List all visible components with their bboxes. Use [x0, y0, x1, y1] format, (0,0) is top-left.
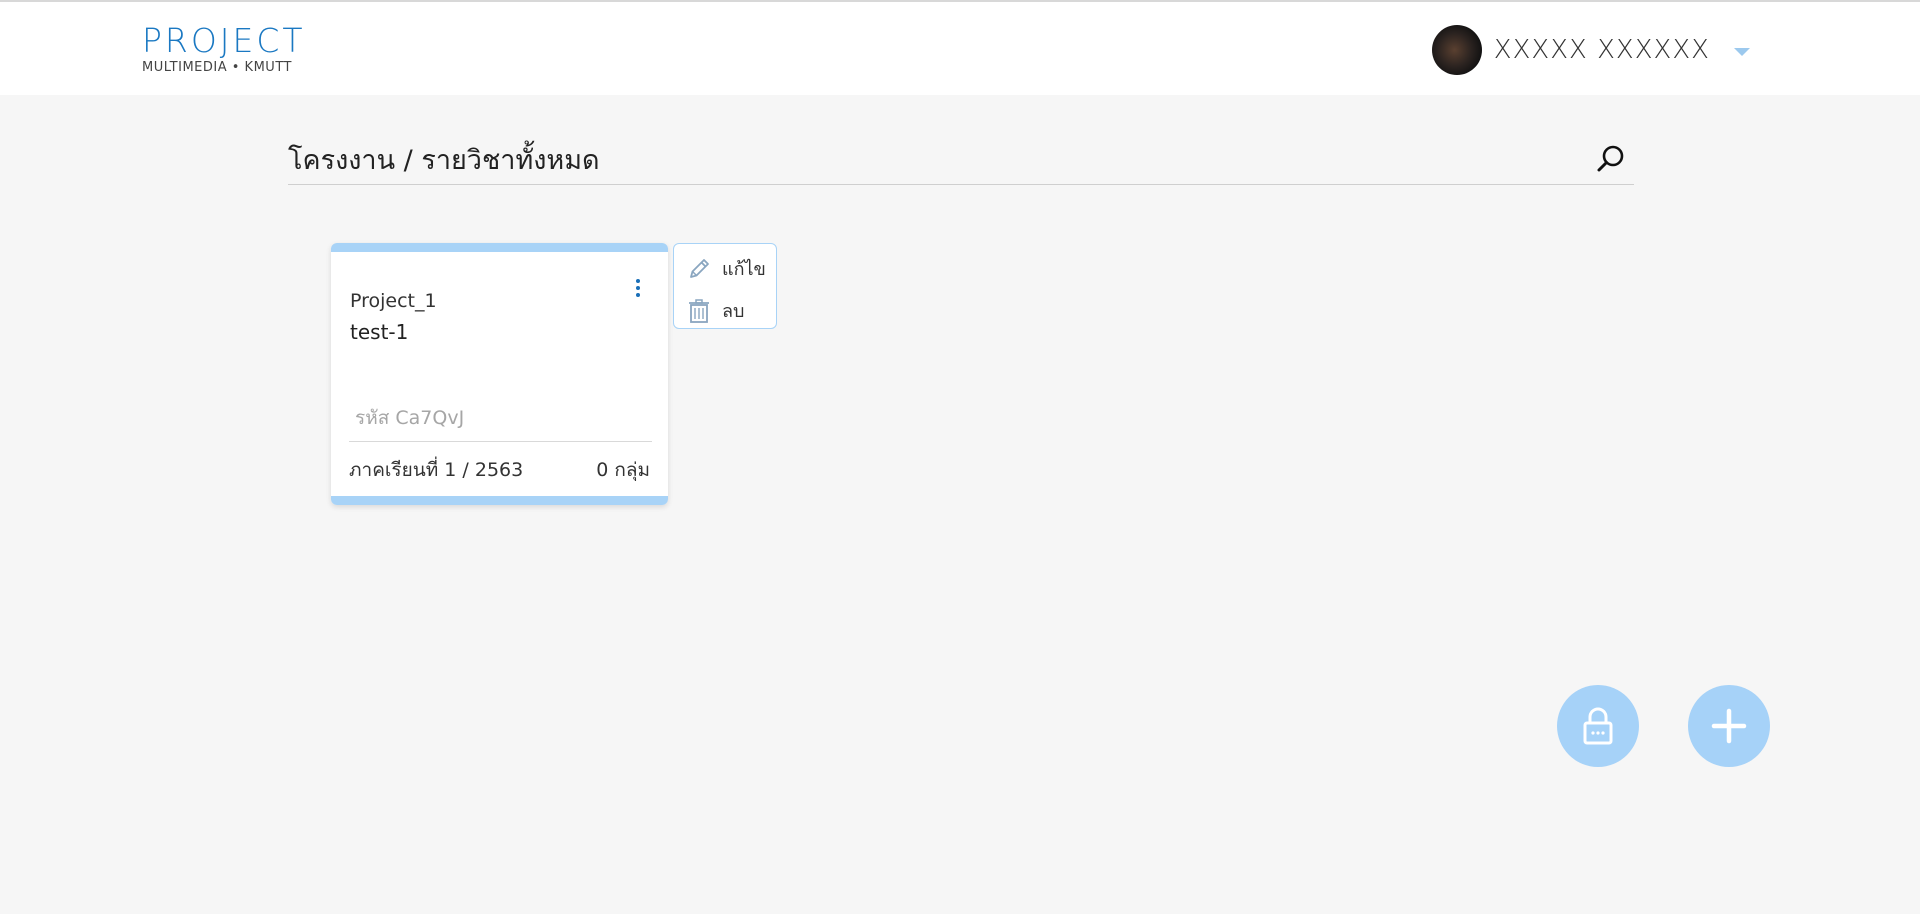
card-bottom-stripe: [331, 496, 668, 505]
search-icon[interactable]: [1596, 144, 1626, 174]
logo-title: PROJECT: [142, 21, 306, 60]
card-code: รหัส Ca7QvJ: [355, 407, 465, 429]
pencil-icon: [690, 258, 709, 278]
more-vertical-icon[interactable]: [632, 277, 644, 301]
page-title-bar: โครงงาน / รายวิชาทั้งหมด: [288, 128, 1634, 185]
page-title: โครงงาน / รายวิชาทั้งหมด: [288, 145, 600, 176]
add-course-button[interactable]: [1688, 685, 1770, 767]
card-description: test-1: [350, 320, 409, 344]
delete-label: ลบ: [722, 301, 745, 322]
avatar[interactable]: [1431, 25, 1482, 75]
card-project-name: Project_1: [350, 290, 437, 312]
logo-subtitle: MULTIMEDIA • KMUTT: [142, 60, 292, 75]
delete-menu-item[interactable]: ลบ: [686, 296, 744, 325]
user-menu[interactable]: XXXXX XXXXXX: [1431, 24, 1750, 76]
join-with-code-button[interactable]: [1557, 685, 1639, 767]
edit-menu-item[interactable]: แก้ไข: [686, 254, 766, 283]
logo[interactable]: PROJECT MULTIMEDIA • KMUTT: [142, 22, 322, 82]
plus-icon: [1711, 708, 1747, 744]
card-term: ภาคเรียนที่ 1 / 2563: [349, 459, 524, 481]
card-divider: [349, 441, 652, 442]
card-context-menu: แก้ไข ลบ: [673, 243, 777, 329]
card-top-stripe: [331, 243, 668, 252]
lock-icon: [1583, 707, 1613, 745]
user-name[interactable]: XXXXX XXXXXX: [1494, 35, 1710, 65]
edit-label: แก้ไข: [722, 259, 766, 280]
trash-icon: [689, 298, 709, 323]
chevron-down-icon[interactable]: [1734, 48, 1750, 56]
course-card[interactable]: Project_1 test-1 รหัส Ca7QvJ ภาคเรียนที่…: [331, 243, 668, 505]
app-header: PROJECT MULTIMEDIA • KMUTT XXXXX XXXXXX: [0, 2, 1920, 95]
card-group-count: 0 กลุ่ม: [596, 459, 650, 481]
